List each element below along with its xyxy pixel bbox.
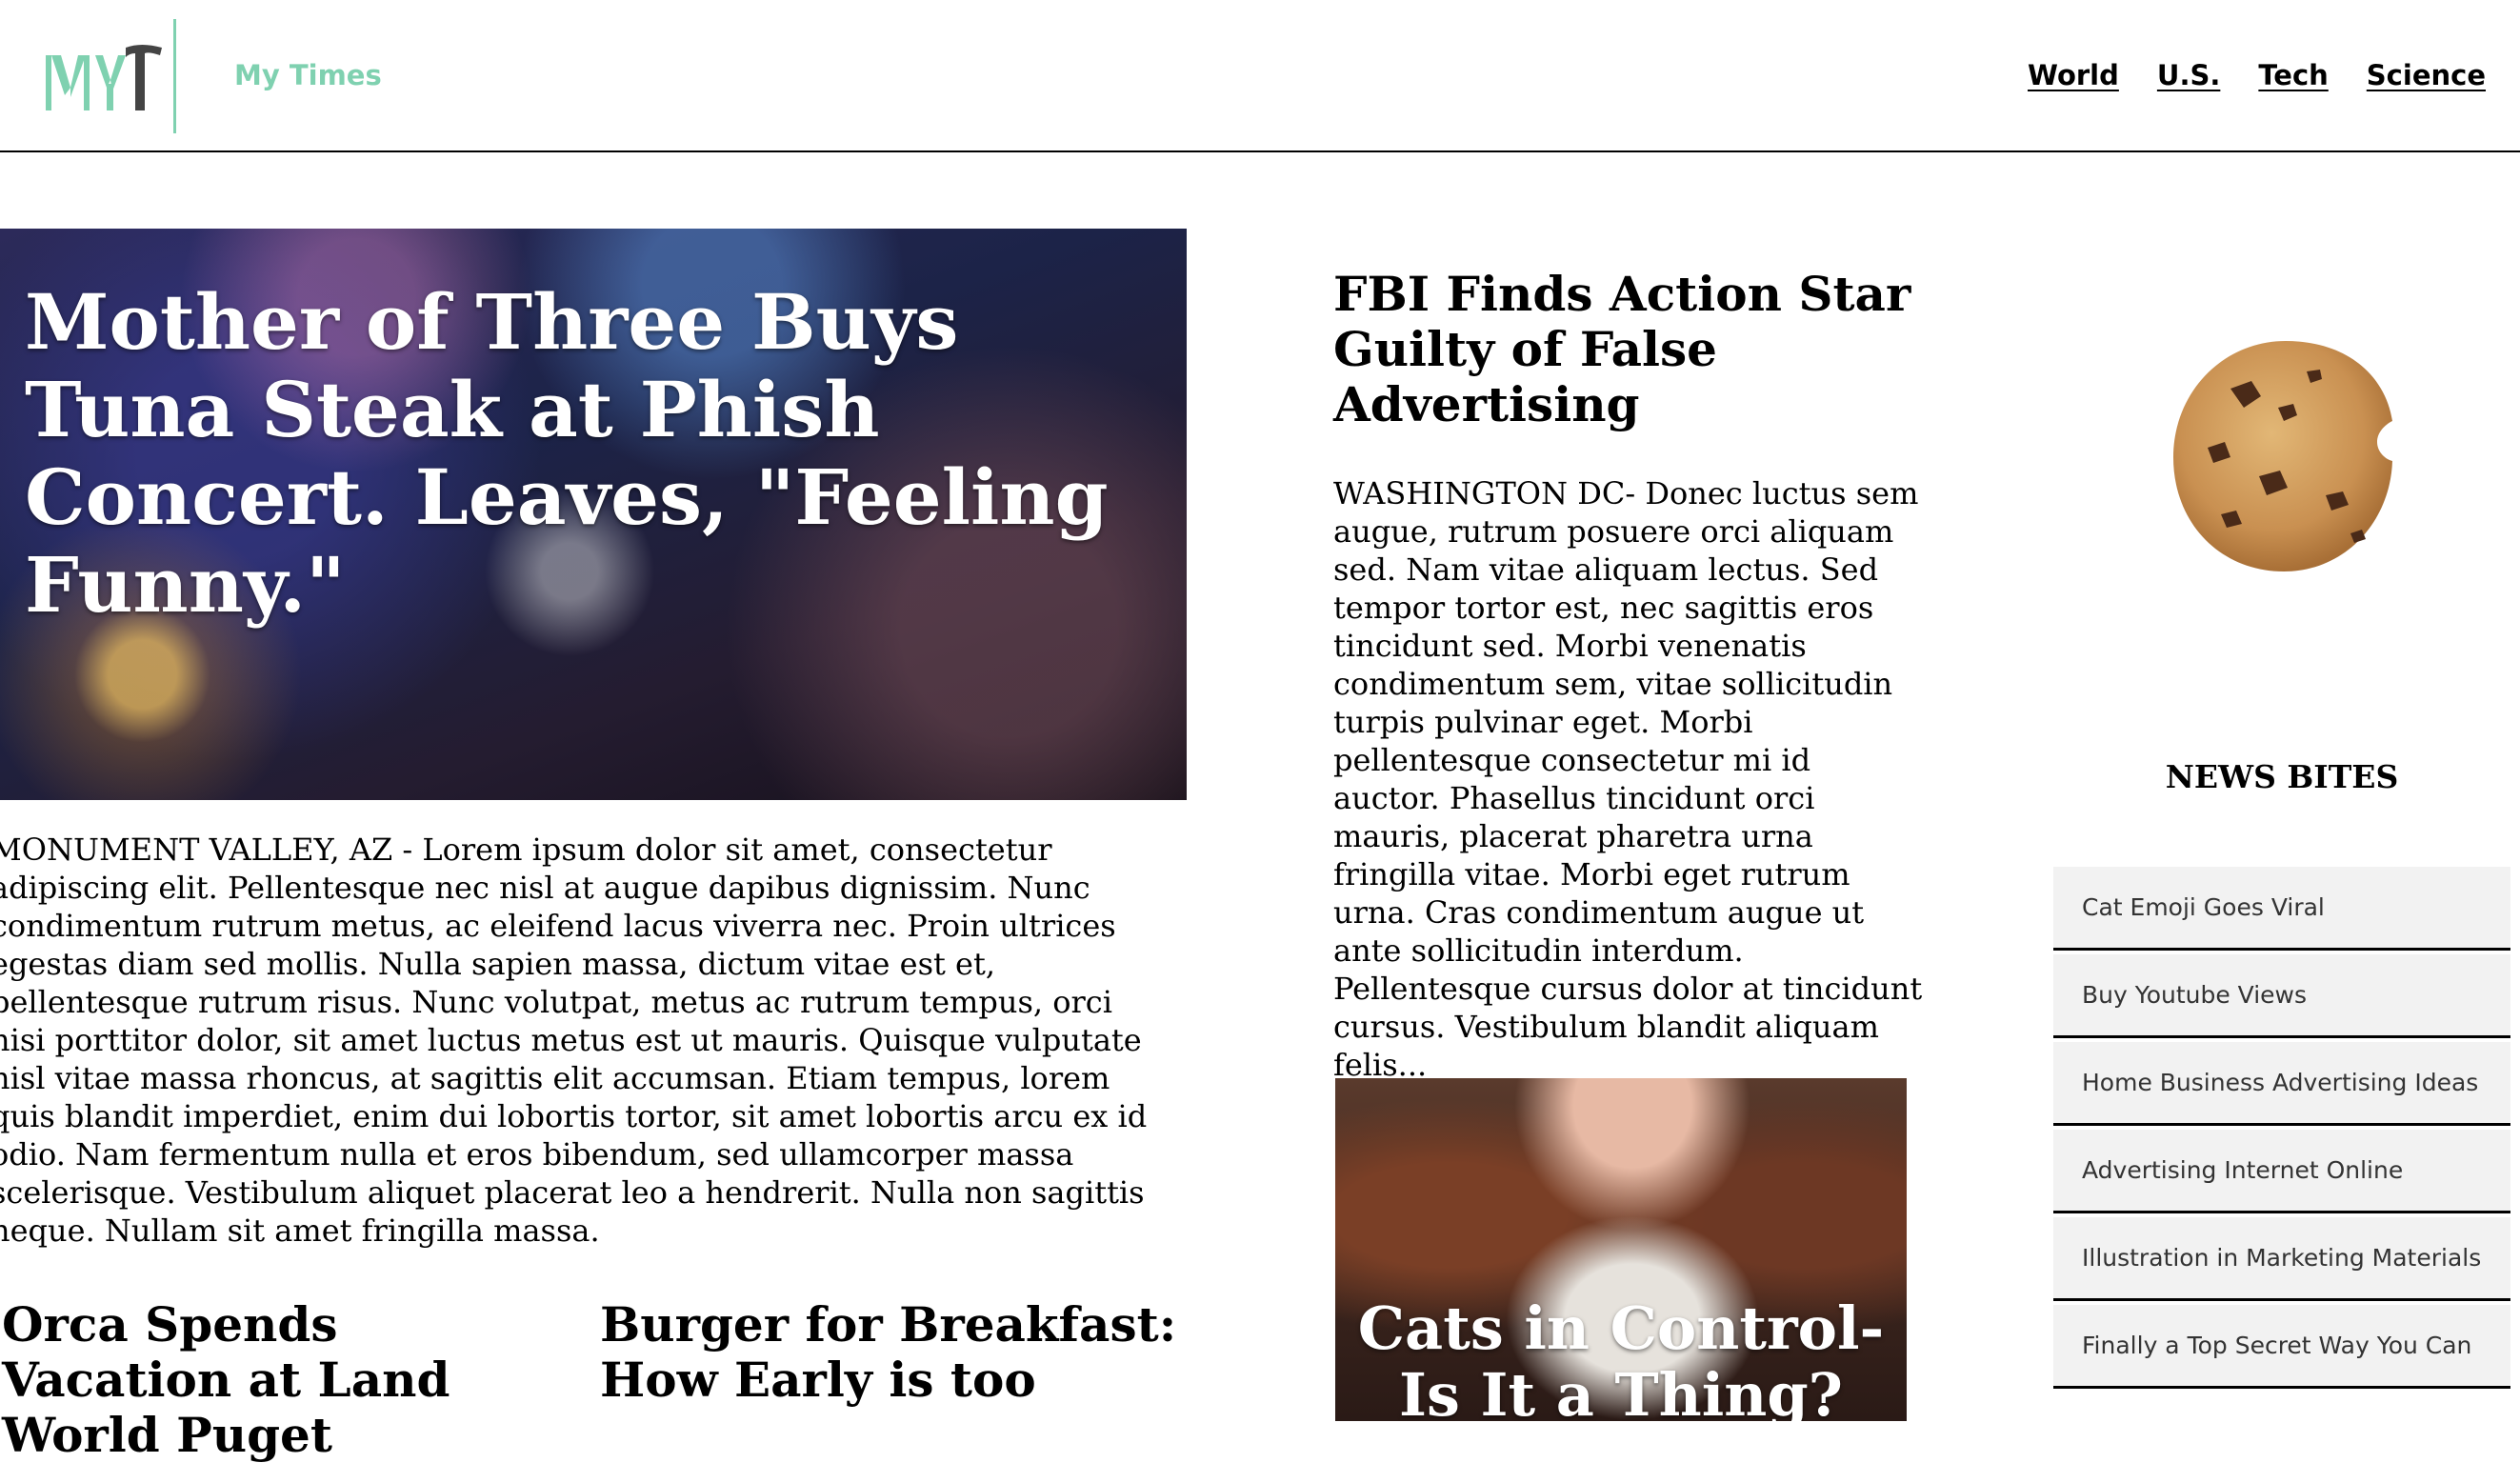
news-bite-item[interactable]: Home Business Advertising Ideas [2053,1042,2510,1126]
nav-science[interactable]: Science [2367,59,2486,91]
nav-us[interactable]: U.S. [2157,59,2220,91]
main-nav: World U.S. Tech Science [2028,59,2486,91]
news-bite-item[interactable]: Finally a Top Secret Way You Can [2053,1305,2510,1389]
myt-logo[interactable] [42,38,166,118]
news-bite-item[interactable]: Advertising Internet Online [2053,1130,2510,1213]
orca-headline[interactable]: Orca Spends Vacation at Land World Puget [2,1297,573,1463]
burger-headline[interactable]: Burger for Breakfast: How Early is too [600,1297,1190,1408]
nav-world[interactable]: World [2028,59,2119,91]
news-bite-item[interactable]: Buy Youtube Views [2053,954,2510,1038]
cats-headline[interactable]: Cats in Control-Is It a Thing? [1335,1295,1907,1422]
news-bites-title: NEWS BITES [2165,758,2399,795]
feature-body: WASHINGTON DC- Donec luctus sem augue, r… [1333,475,1923,1083]
news-bite-item[interactable]: Cat Emoji Goes Viral [2053,867,2510,951]
news-bite-item[interactable]: Illustration in Marketing Materials [2053,1217,2510,1301]
cookie-image [2173,341,2392,571]
feature-headline[interactable]: FBI Finds Action Star Guilty of False Ad… [1333,267,1924,432]
lead-story-title[interactable]: Mother of Three Buys Tuna Steak at Phish… [25,278,1149,629]
lead-story-image[interactable]: Mother of Three Buys Tuna Steak at Phish… [0,229,1187,800]
brand-name[interactable]: My Times [234,59,382,91]
logo-divider [173,19,176,133]
lead-story-body: MONUMENT VALLEY, AZ - Lorem ipsum dolor … [0,832,1148,1249]
cats-story-image[interactable]: Cats in Control-Is It a Thing? [1335,1078,1907,1421]
site-header: My Times World U.S. Tech Science [0,0,2520,152]
news-bites-list: Cat Emoji Goes Viral Buy Youtube Views H… [2053,867,2510,1393]
nav-tech[interactable]: Tech [2258,59,2328,91]
